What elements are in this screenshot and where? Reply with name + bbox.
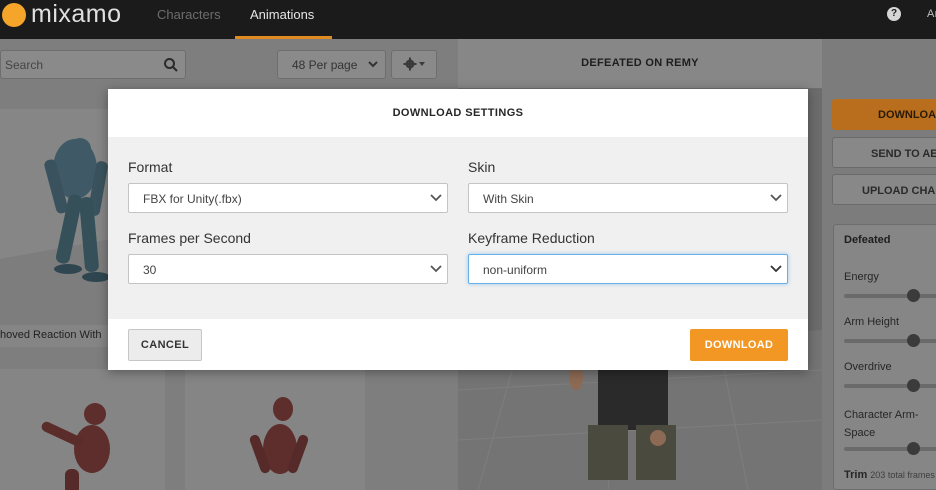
slider-handle[interactable] [907,289,920,302]
arm-height-slider[interactable] [844,334,936,347]
fps-label: Frames per Second [128,230,251,246]
cancel-button[interactable]: CANCEL [128,329,202,361]
logo-text[interactable]: mixamo [31,0,122,29]
settings-title: Defeated [844,234,891,246]
gear-icon [403,57,425,71]
download-button[interactable]: DOWNLOAD [690,329,788,361]
dialog-header: DOWNLOAD SETTINGS [108,89,808,137]
animation-card[interactable] [185,369,365,490]
keyframe-reduction-select[interactable]: non-uniform [468,254,788,284]
user-menu[interactable]: Aı [927,8,936,20]
skin-value: With Skin [483,192,534,206]
energy-slider[interactable] [844,289,936,302]
trim-label: Trim 203 total frames [844,469,935,481]
download-settings-dialog: DOWNLOAD SETTINGS Format FBX for Unity(.… [108,89,808,370]
overdrive-slider[interactable] [844,379,936,392]
fps-value: 30 [143,263,157,277]
format-label: Format [128,159,173,175]
search-icon[interactable] [163,57,179,73]
skin-label: Skin [468,159,496,175]
slider-label-energy: Energy [844,271,879,283]
settings-gear-button[interactable] [391,50,437,79]
dialog-body: Format FBX for Unity(.fbx) Skin With Ski… [108,137,808,319]
fps-select[interactable]: 30 [128,254,448,284]
slider-label-arm-space: Character Arm-Space [844,409,919,439]
search-placeholder: Search [5,58,44,72]
upload-character-button[interactable]: UPLOAD CHARACTER [832,174,936,205]
question-circle-icon[interactable]: ? [887,7,901,21]
slider-label-arm-height: Arm Height [844,316,900,328]
chevron-down-icon [430,265,442,273]
slider-label-overdrive: Overdrive [844,361,892,373]
animation-settings-panel: DOWNLOAD SEND TO AERO UPLOAD CHARACTER D… [822,39,936,490]
arm-space-slider[interactable] [844,442,936,455]
dialog-title: DOWNLOAD SETTINGS [392,107,524,119]
download-panel-button[interactable]: DOWNLOAD [832,99,936,130]
chevron-down-icon [430,194,442,202]
slider-handle[interactable] [907,442,920,455]
send-to-aero-button[interactable]: SEND TO AERO [832,137,936,168]
tab-characters[interactable]: Characters [157,7,221,22]
tab-animations[interactable]: Animations [250,7,314,22]
top-nav-bar: mixamo Characters Animations ? Aı [0,0,936,39]
format-select[interactable]: FBX for Unity(.fbx) [128,183,448,213]
animation-thumbnail [185,369,365,490]
per-page-select[interactable]: 48 Per page [277,50,386,79]
animation-thumbnail [0,369,165,490]
chevron-down-icon [770,194,782,202]
slider-handle[interactable] [907,379,920,392]
character-figure-image [185,369,365,490]
chevron-down-icon [368,61,378,68]
dialog-footer: CANCEL DOWNLOAD [108,319,808,370]
trim-frames-count: 203 total frames [870,470,935,480]
animation-parameters: Defeated Energy Arm Height Overdrive Cha… [833,224,936,490]
keyframe-reduction-value: non-uniform [483,263,548,277]
preview-title: DEFEATED ON REMY [581,57,699,69]
slider-handle[interactable] [907,334,920,347]
format-value: FBX for Unity(.fbx) [143,192,242,206]
animation-card[interactable] [0,369,165,490]
character-figure-image [0,369,165,490]
preview-header: DEFEATED ON REMY [458,39,822,89]
per-page-value: 48 Per page [292,58,358,72]
skin-select[interactable]: With Skin [468,183,788,213]
search-input[interactable]: Search [0,50,186,79]
chevron-down-icon [770,265,782,273]
keyframe-reduction-label: Keyframe Reduction [468,230,595,246]
trim-title: Trim [844,469,868,481]
mixamo-logo-icon[interactable] [2,3,26,27]
